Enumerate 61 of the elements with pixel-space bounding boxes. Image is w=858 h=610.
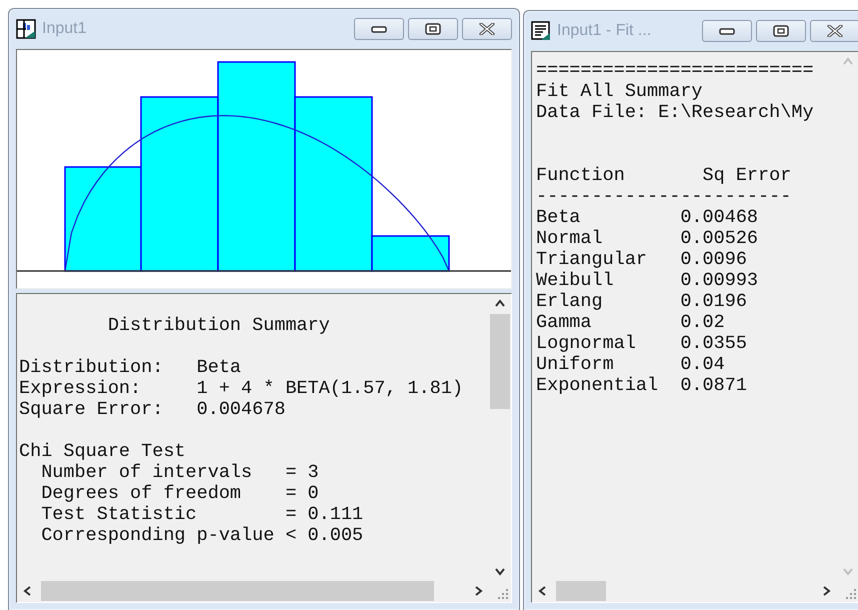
column-header: Function xyxy=(536,165,626,186)
window-title: Input1 - Fit ... xyxy=(557,22,652,40)
restore-button[interactable] xyxy=(408,18,458,40)
function-name: Uniform xyxy=(536,354,615,375)
restore-icon xyxy=(425,23,441,35)
test-value: = 0.111 xyxy=(285,504,364,525)
report-app-icon xyxy=(531,21,551,41)
sq-error-value: 0.04 xyxy=(680,354,726,375)
divider-line: ----------------------- xyxy=(536,186,792,207)
test-value: = 3 xyxy=(285,462,320,483)
minimize-icon xyxy=(719,27,735,35)
function-name: Beta xyxy=(536,207,582,228)
sq-error-value: 0.00526 xyxy=(680,228,760,249)
close-icon xyxy=(826,25,844,37)
scroll-thumb[interactable] xyxy=(556,581,606,601)
window-title: Input1 xyxy=(42,20,88,38)
minimize-button[interactable] xyxy=(702,20,752,42)
function-name: Normal xyxy=(536,228,604,249)
test-value: < 0.005 xyxy=(285,525,364,546)
minimize-button[interactable] xyxy=(354,18,404,40)
data-file-path: Data File: E:\Research\My xyxy=(536,102,815,123)
field-label: Distribution: xyxy=(19,357,164,378)
rule-line: ========================= xyxy=(536,60,815,81)
close-icon xyxy=(478,23,496,35)
summary-heading: Distribution Summary xyxy=(108,315,331,336)
function-name: Triangular xyxy=(536,249,648,270)
test-label: Test Statistic xyxy=(41,504,198,525)
sq-error-value: 0.0096 xyxy=(680,249,748,270)
sq-error-value: 0.0196 xyxy=(680,291,748,312)
field-value: 0.004678 xyxy=(196,399,286,420)
function-name: Erlang xyxy=(536,291,604,312)
column-header: Sq Error xyxy=(702,165,792,186)
sq-error-value: 0.0871 xyxy=(680,375,748,396)
function-name: Lognormal xyxy=(536,333,637,354)
chart-app-icon xyxy=(16,19,36,39)
restore-button[interactable] xyxy=(756,20,806,42)
sq-error-value: 0.00468 xyxy=(680,207,760,228)
field-value: 1 + 4 * BETA(1.57, 1.81) xyxy=(196,378,464,399)
restore-icon xyxy=(773,25,789,37)
field-label: Square Error: xyxy=(19,399,164,420)
function-name: Exponential xyxy=(536,375,660,396)
sq-error-value: 0.02 xyxy=(680,312,726,333)
function-name: Weibull xyxy=(536,270,615,291)
function-name: Gamma xyxy=(536,312,593,333)
resize-grip-icon[interactable] xyxy=(498,589,508,599)
test-label: Corresponding p-value xyxy=(41,525,276,546)
sq-error-value: 0.0355 xyxy=(680,333,748,354)
test-label: Degrees of freedom xyxy=(41,483,242,504)
test-heading: Chi Square Test xyxy=(19,441,187,462)
field-label: Expression: xyxy=(19,378,142,399)
close-button[interactable] xyxy=(462,18,512,40)
minimize-icon xyxy=(371,25,387,33)
test-value: = 0 xyxy=(285,483,320,504)
scroll-thumb[interactable] xyxy=(41,581,434,601)
sq-error-value: 0.00993 xyxy=(680,270,760,291)
scroll-thumb[interactable] xyxy=(490,314,510,409)
summary-heading: Fit All Summary xyxy=(536,81,704,102)
close-button[interactable] xyxy=(810,20,858,42)
resize-grip-icon[interactable] xyxy=(846,589,856,599)
test-label: Number of intervals xyxy=(41,462,254,483)
field-value: Beta xyxy=(196,357,242,378)
